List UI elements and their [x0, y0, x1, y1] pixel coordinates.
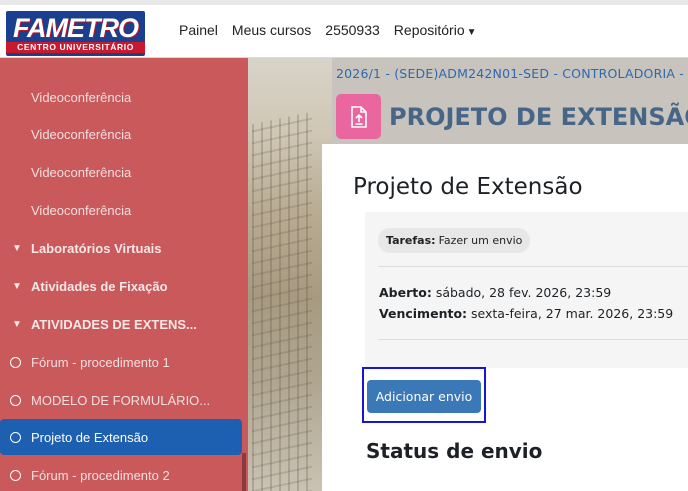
activity-card: Projeto de Extensão Tarefas: Fazer um env…: [322, 144, 688, 491]
sidebar-activity-label: Fórum - procedimento 1: [31, 354, 170, 370]
sidebar-section-atividades-extensao[interactable]: ▼ ATIVIDADES DE EXTENS...: [0, 306, 248, 342]
sidebar-item-videoconferencia-1[interactable]: Videoconferência: [0, 79, 248, 115]
completion-circle-icon: [10, 431, 21, 443]
sidebar-item-label: Videoconferência: [31, 202, 132, 218]
sidebar-activity-projeto-extensao[interactable]: Projeto de Extensão: [0, 419, 242, 455]
badge-label: Tarefas:: [386, 234, 436, 247]
nav-painel[interactable]: Painel: [179, 22, 218, 38]
sidebar-scrollbar[interactable]: [242, 453, 246, 491]
add-submission-button[interactable]: Adicionar envio: [367, 380, 481, 413]
opened-date: Aberto: sábado, 28 fev. 2026, 23:59: [379, 285, 611, 300]
divider: [378, 339, 688, 340]
fametro-logo[interactable]: FAMETRO CENTRO UNIVERSITÁRIO: [6, 11, 145, 56]
sidebar-section-laboratorios[interactable]: ▼ Laboratórios Virtuais: [0, 230, 248, 266]
sidebar-item-label: Videoconferência: [31, 89, 132, 105]
completion-circle-icon: [10, 469, 21, 481]
todo-badge: Tarefas: Fazer um envio: [378, 228, 531, 253]
sidebar-activity-label: Projeto de Extensão: [31, 429, 149, 445]
sidebar-activity-modelo-formulario[interactable]: MODELO DE FORMULÁRIO...: [0, 382, 248, 418]
chevron-down-icon[interactable]: ▼: [10, 319, 24, 330]
chevron-down-icon[interactable]: ▼: [10, 243, 24, 254]
sidebar-section-atividades-fixacao[interactable]: ▼ Atividades de Fixação: [0, 268, 248, 304]
sidebar-item-videoconferencia-3[interactable]: Videoconferência: [0, 154, 248, 190]
course-index-sidebar: Videoconferência Videoconferência Videoc…: [0, 58, 248, 491]
sidebar-activity-label: Fórum - procedimento 2: [31, 467, 170, 483]
completion-circle-icon: [10, 356, 21, 368]
sidebar-activity-label: MODELO DE FORMULÁRIO...: [31, 392, 211, 408]
sidebar-activity-forum-1[interactable]: Fórum - procedimento 1: [0, 344, 248, 380]
opened-value: sábado, 28 fev. 2026, 23:59: [435, 285, 612, 300]
badge-value: Fazer um envio: [438, 234, 523, 247]
due-date: Vencimento: sexta-feira, 27 mar. 2026, 2…: [379, 306, 673, 321]
logo-subtitle: CENTRO UNIVERSITÁRIO: [6, 42, 145, 53]
nav-repositorio-label: Repositório: [393, 22, 465, 38]
logo-wordmark: FAMETRO: [13, 13, 139, 43]
background-photo: [242, 58, 332, 491]
sidebar-section-label: Laboratórios Virtuais: [31, 240, 162, 256]
nav-user-id[interactable]: 2550933: [325, 22, 380, 38]
chevron-down-icon[interactable]: ▼: [10, 281, 24, 292]
completion-circle-icon: [10, 394, 21, 406]
divider: [378, 266, 688, 267]
sidebar-section-label: ATIVIDADES DE EXTENS...: [31, 316, 197, 332]
sidebar-item-videoconferencia-2[interactable]: Videoconferência: [0, 116, 248, 152]
sidebar-activity-forum-2[interactable]: Fórum - procedimento 2: [0, 457, 248, 491]
nav-repositorio[interactable]: Repositório ▼: [394, 22, 477, 38]
activity-dates-box: Tarefas: Fazer um envio Aberto: sábado, 2…: [365, 212, 688, 368]
page-title: PROJETO DE EXTENSÃO: [389, 102, 688, 131]
chevron-down-icon: ▼: [466, 27, 477, 38]
primary-navigation: Painel Meus cursos 2550933 Repositório ▼: [179, 22, 477, 38]
due-label: Vencimento:: [379, 306, 468, 321]
page-header: PROJETO DE EXTENSÃO: [336, 94, 688, 139]
sidebar-item-label: Videoconferência: [31, 164, 132, 180]
sidebar-section-label: Atividades de Fixação: [31, 278, 168, 294]
top-navbar: FAMETRO CENTRO UNIVERSITÁRIO Painel Meus…: [0, 0, 688, 58]
add-submission-highlight: Adicionar envio: [362, 367, 486, 423]
assignment-upload-icon: [336, 94, 381, 139]
sidebar-item-label: Videoconferência: [31, 126, 132, 142]
sidebar-item-videoconferencia-4[interactable]: Videoconferência: [0, 192, 248, 228]
breadcrumb[interactable]: 2026/1 - (SEDE)ADM242N01-SED - CONTROLAD…: [336, 66, 684, 81]
submission-status-heading: Status de envio: [366, 439, 543, 463]
activity-heading: Projeto de Extensão: [353, 174, 583, 200]
nav-meus-cursos[interactable]: Meus cursos: [232, 22, 311, 38]
due-value: sexta-feira, 27 mar. 2026, 23:59: [471, 306, 674, 321]
main-content: 2026/1 - (SEDE)ADM242N01-SED - CONTROLAD…: [322, 58, 688, 491]
opened-label: Aberto:: [379, 285, 432, 300]
